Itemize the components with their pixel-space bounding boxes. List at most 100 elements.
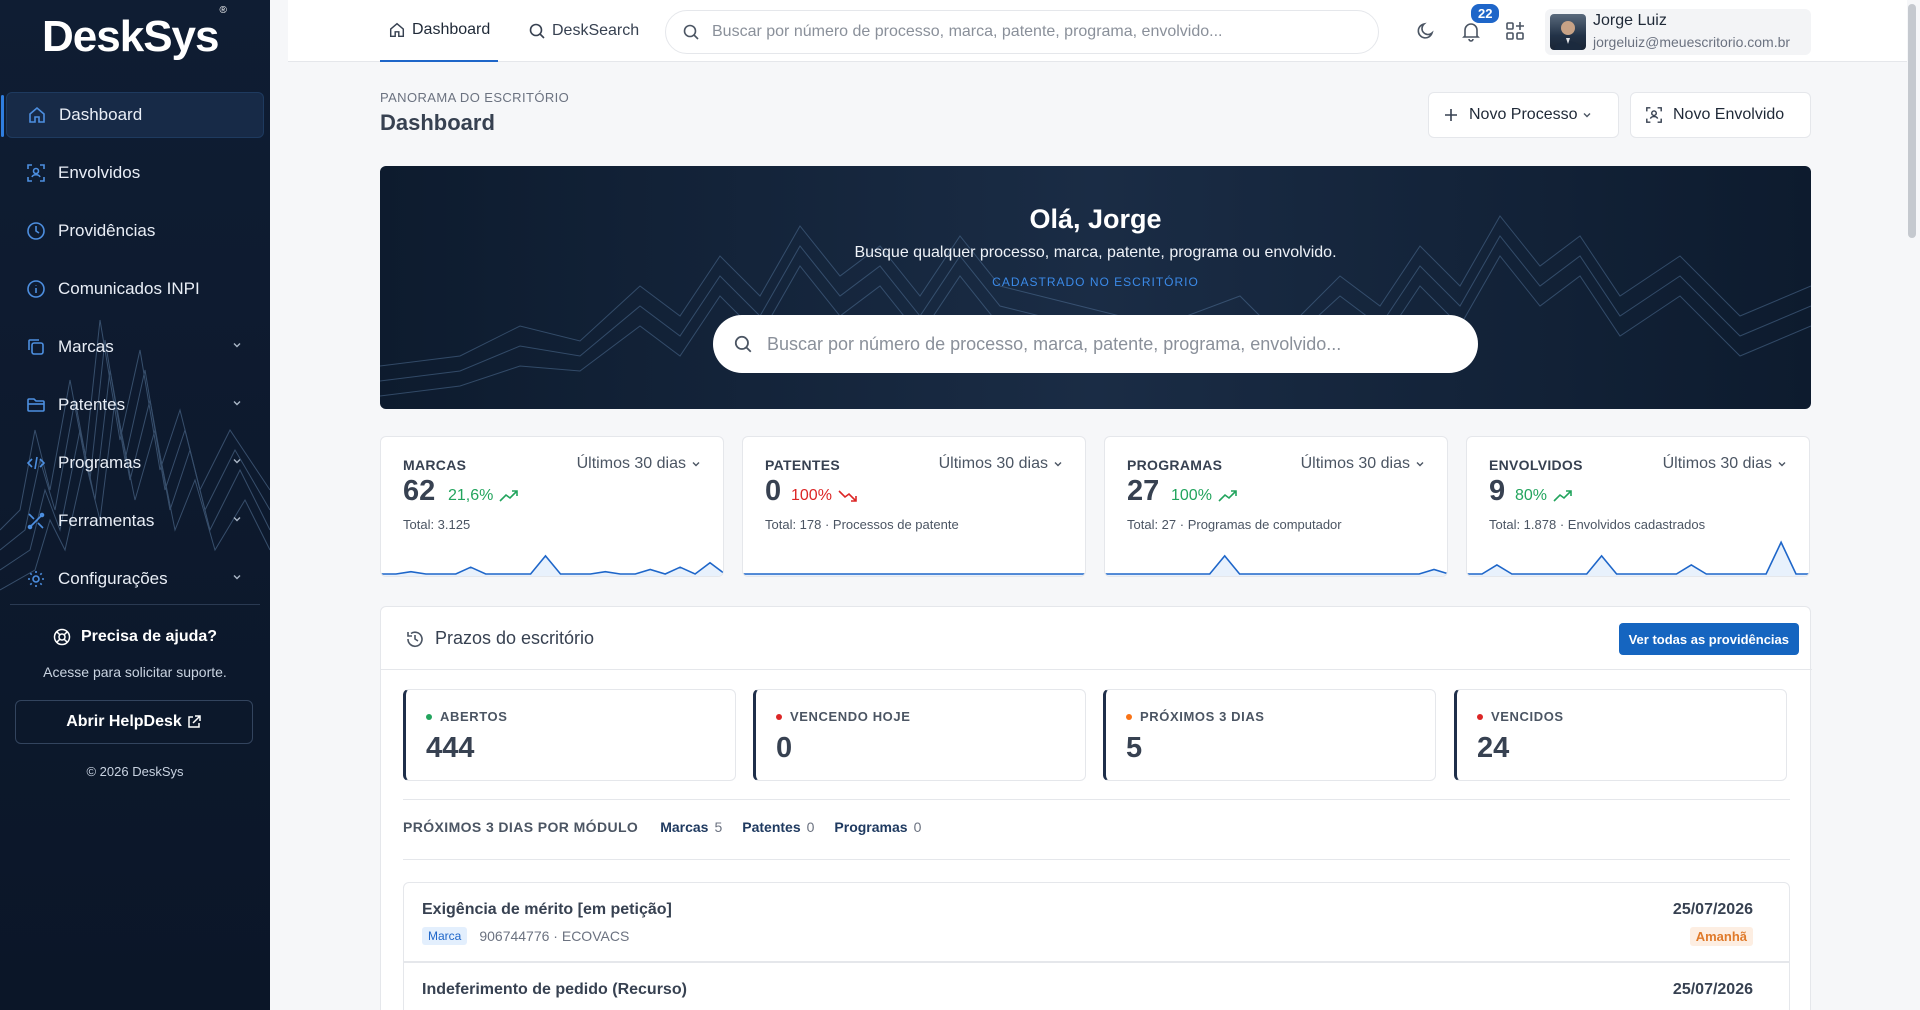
page-eyebrow: PANORAMA DO ESCRITÓRIO [380, 90, 570, 105]
divider [403, 859, 1790, 860]
hero-search-bar[interactable] [713, 315, 1478, 373]
hero-subtitle: Busque qualquer processo, marca, patente… [854, 244, 1337, 261]
bell-icon[interactable] [1460, 20, 1482, 42]
period-select[interactable]: Últimos 30 dias [577, 455, 701, 473]
period-select[interactable]: Últimos 30 dias [1301, 455, 1425, 473]
kpi-value: 24 [1477, 732, 1510, 764]
sidebar-item-label: Envolvidos [58, 163, 141, 182]
sparkline-line [1105, 554, 1447, 575]
scrollbar-thumb[interactable] [1908, 4, 1916, 238]
chevron-down-icon [233, 517, 241, 522]
clock-icon [26, 221, 46, 241]
avatar[interactable] [1550, 14, 1586, 50]
kpi-value: 5 [1126, 732, 1143, 764]
view-all-providencias-button[interactable]: Ver todas as providências [1618, 623, 1799, 655]
sidebar-item-label: Dashboard [59, 105, 143, 124]
stat-label: ENVOLVIDOS [1489, 457, 1583, 473]
list-item[interactable]: Exigência de mérito [em petição] Marca 90… [403, 882, 1790, 962]
sidebar: DeskSys® Dashboard Envolvidos Providênci… [0, 0, 270, 1010]
stat-card-envolvidos: ENVOLVIDOS Últimos 30 dias 9 80% Total: … [1466, 436, 1810, 577]
stat-value: 0 [765, 475, 782, 507]
status-dot [1477, 713, 1483, 720]
kpi-value: 0 [776, 732, 793, 764]
kpi-vencidos[interactable]: VENCIDOS 24 [1454, 689, 1787, 781]
info-icon [26, 279, 46, 299]
chevron-down-icon [233, 575, 241, 580]
user-name: Jorge Luiz [1593, 12, 1667, 29]
code-icon [26, 453, 46, 473]
sidebar-item-programas[interactable]: Programas [6, 440, 264, 486]
stat-total: Total: 3.125 [403, 517, 471, 532]
status-dot [776, 713, 782, 720]
sparkline [743, 573, 1085, 576]
page-title: Dashboard [380, 110, 495, 135]
period-select[interactable]: Últimos 30 dias [1663, 455, 1787, 473]
external-link-icon [188, 715, 201, 728]
top-search-input[interactable] [712, 23, 1332, 41]
apps-grid-icon[interactable] [1504, 20, 1526, 42]
copy-icon [26, 337, 46, 357]
chevron-down-icon [1583, 113, 1590, 118]
home-icon [389, 22, 405, 38]
stat-delta: 100% [791, 487, 858, 505]
stat-card-patentes: PATENTES Últimos 30 dias 0 100% Total: 1… [742, 436, 1086, 577]
chevron-down-icon [233, 401, 241, 406]
module-programas[interactable]: Programas [834, 819, 907, 835]
chevron-down-icon [1778, 462, 1786, 467]
hero-greeting: Olá, Jorge [1029, 204, 1162, 234]
period-select[interactable]: Últimos 30 dias [939, 455, 1063, 473]
chevron-down-icon [1416, 462, 1424, 467]
plus-icon [1445, 109, 1457, 121]
chevron-down-icon [233, 459, 241, 464]
modules-summary: PRÓXIMOS 3 DIAS POR MÓDULO Marcas 5 Paten… [403, 819, 922, 835]
sidebar-item-marcas[interactable]: Marcas [6, 324, 264, 370]
deadline-date: 25/07/2026 [1672, 981, 1753, 998]
new-envolvido-button[interactable]: Novo Envolvido [1630, 92, 1811, 138]
stat-total: Total: 27 · Programas de computador [1127, 517, 1342, 532]
tab-desksearch[interactable]: DeskSearch [528, 0, 639, 62]
lifebuoy-icon [53, 628, 71, 646]
tab-dashboard[interactable]: Dashboard [380, 0, 499, 62]
kpi-vencendo-hoje[interactable]: VENCENDO HOJE 0 [753, 689, 1086, 781]
folder-icon [26, 395, 46, 415]
module-patentes[interactable]: Patentes [742, 819, 800, 835]
copyright: © 2026 DeskSys [86, 764, 184, 779]
open-helpdesk-button[interactable]: Abrir HelpDesk [15, 700, 253, 744]
module-marcas[interactable]: Marcas [660, 819, 708, 835]
sidebar-item-configuracoes[interactable]: Configurações [6, 556, 264, 602]
sidebar-item-dashboard[interactable]: Dashboard [1, 92, 264, 138]
moon-icon[interactable] [1415, 20, 1437, 42]
sidebar-item-ferramentas[interactable]: Ferramentas [6, 498, 264, 544]
divider [403, 799, 1790, 800]
sidebar-item-comunicados-inpi[interactable]: Comunicados INPI [6, 266, 264, 312]
hero-search-input[interactable] [767, 333, 1447, 355]
sparkline-area [381, 555, 723, 576]
stat-value: 62 [403, 475, 436, 507]
kpi-abertos[interactable]: ABERTOS 444 [403, 689, 736, 781]
stat-total: Total: 178 · Processos de patente [765, 517, 959, 532]
sidebar-nav: Dashboard Envolvidos Providências Comuni… [0, 92, 270, 614]
sparkline [1105, 554, 1447, 576]
hero-tag: CADASTRADO NO ESCRITÓRIO [992, 275, 1199, 289]
modules-label: PRÓXIMOS 3 DIAS POR MÓDULO [403, 819, 639, 835]
sidebar-item-patentes[interactable]: Patentes [6, 382, 264, 428]
sparkline-area [1105, 555, 1447, 576]
stat-label: MARCAS [403, 457, 467, 473]
chevron-down-icon [692, 462, 700, 467]
deadline-meta: 906744776 · ECOVACS [479, 928, 630, 944]
new-process-button[interactable]: Novo Processo [1428, 92, 1619, 138]
notification-count-badge: 22 [1471, 4, 1500, 23]
sidebar-item-envolvidos[interactable]: Envolvidos [6, 150, 264, 196]
kpi-value: 444 [426, 732, 475, 764]
sidebar-item-providencias[interactable]: Providências [6, 208, 264, 254]
list-item[interactable]: Indeferimento de pedido (Recurso) 25/07/… [403, 962, 1790, 1010]
sidebar-item-label: Comunicados INPI [58, 279, 200, 298]
brand-logo[interactable]: DeskSys® [42, 5, 227, 62]
stat-delta: 80% [1515, 487, 1573, 505]
stat-delta: 21,6% [448, 487, 519, 505]
trend-up-icon [499, 490, 519, 502]
stat-total: Total: 1.878 · Envolvidos cadastrados [1489, 517, 1706, 532]
help-subtitle: Acesse para solicitar suporte. [43, 664, 227, 680]
kpi-proximos-3-dias[interactable]: PRÓXIMOS 3 DIAS 5 [1103, 689, 1436, 781]
top-search-bar[interactable] [665, 10, 1379, 54]
